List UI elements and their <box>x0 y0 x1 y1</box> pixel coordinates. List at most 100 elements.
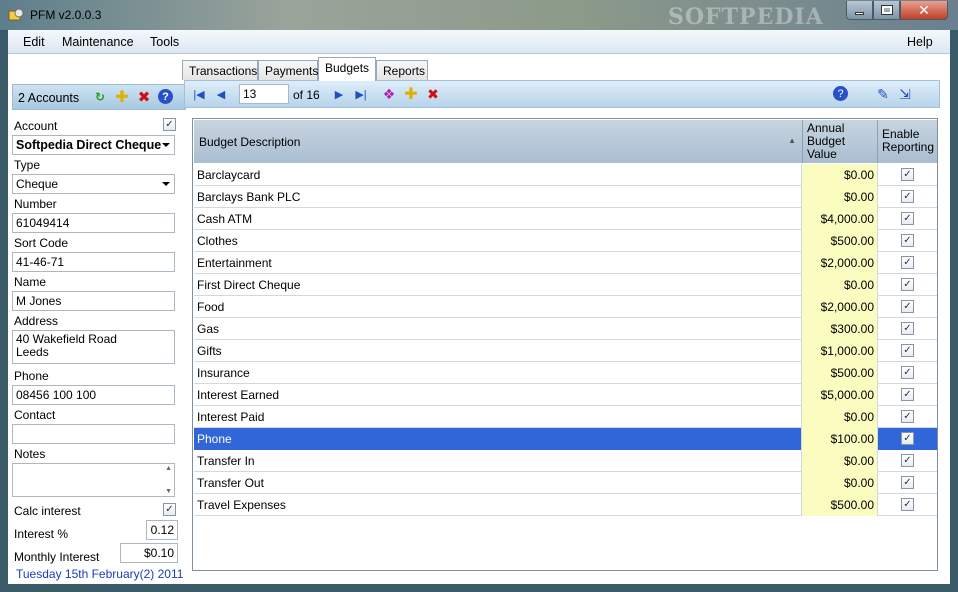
first-record-icon[interactable]: |◀ <box>191 86 207 102</box>
export-icon[interactable]: ⇲ <box>897 86 913 102</box>
budget-description[interactable]: Interest Paid <box>194 406 802 428</box>
help-icon[interactable]: ? <box>833 86 848 101</box>
maximize-button[interactable] <box>873 1 900 20</box>
budget-value[interactable]: $0.00 <box>802 450 878 472</box>
budget-value[interactable]: $0.00 <box>802 186 878 208</box>
table-row[interactable]: First Direct Cheque $0.00 ✓ <box>194 274 937 296</box>
budget-value[interactable]: $500.00 <box>802 494 878 516</box>
enable-reporting-checkbox[interactable]: ✓ <box>901 256 914 269</box>
enable-reporting-checkbox[interactable]: ✓ <box>901 366 914 379</box>
tab-budgets[interactable]: Budgets <box>318 57 376 81</box>
col-header-enable[interactable]: Enable Reporting <box>878 120 937 163</box>
sortcode-field[interactable]: 41-46-71 <box>12 252 175 272</box>
table-row[interactable]: Gifts $1,000.00 ✓ <box>194 340 937 362</box>
budget-description[interactable]: Insurance <box>194 362 802 384</box>
table-row[interactable]: Phone $100.00 ✓ <box>194 428 937 450</box>
enable-reporting-checkbox[interactable]: ✓ <box>901 278 914 291</box>
minimize-button[interactable] <box>846 1 873 20</box>
view-icon[interactable]: ❖ <box>381 86 397 102</box>
budget-value[interactable]: $100.00 <box>802 428 878 450</box>
enable-reporting-checkbox[interactable]: ✓ <box>901 454 914 467</box>
budget-value[interactable]: $500.00 <box>802 362 878 384</box>
table-row[interactable]: Entertainment $2,000.00 ✓ <box>194 252 937 274</box>
budget-description[interactable]: Transfer In <box>194 450 802 472</box>
phone-field[interactable]: 08456 100 100 <box>12 385 175 405</box>
budget-description[interactable]: Transfer Out <box>194 472 802 494</box>
enable-reporting-checkbox[interactable]: ✓ <box>901 344 914 357</box>
next-record-icon[interactable]: ▶ <box>331 86 347 102</box>
add-icon[interactable]: ✚ <box>403 86 419 103</box>
budget-value[interactable]: $0.00 <box>802 472 878 494</box>
table-row[interactable]: Transfer Out $0.00 ✓ <box>194 472 937 494</box>
menu-help[interactable]: Help <box>907 35 933 49</box>
budget-description[interactable]: Food <box>194 296 802 318</box>
enable-reporting-checkbox[interactable]: ✓ <box>901 190 914 203</box>
budget-description[interactable]: Clothes <box>194 230 802 252</box>
enable-reporting-checkbox[interactable]: ✓ <box>901 388 914 401</box>
enable-reporting-checkbox[interactable]: ✓ <box>901 300 914 313</box>
budget-description[interactable]: Interest Earned <box>194 384 802 406</box>
help-icon[interactable]: ? <box>158 89 173 104</box>
budget-value[interactable]: $5,000.00 <box>802 384 878 406</box>
budget-value[interactable]: $0.00 <box>802 164 878 186</box>
scroll-up-icon[interactable]: ▲ <box>165 465 172 472</box>
budget-value[interactable]: $500.00 <box>802 230 878 252</box>
delete-icon[interactable]: ✖ <box>135 88 153 106</box>
enable-reporting-checkbox[interactable]: ✓ <box>901 432 914 445</box>
budget-description[interactable]: Gifts <box>194 340 802 362</box>
table-row[interactable]: Travel Expenses $500.00 ✓ <box>194 494 937 516</box>
budget-value[interactable]: $2,000.00 <box>802 252 878 274</box>
address-field[interactable]: 40 Wakefield Road Leeds <box>12 330 175 364</box>
number-field[interactable]: 61049414 <box>12 213 175 233</box>
tab-reports[interactable]: Reports <box>376 60 428 80</box>
menu-maintenance[interactable]: Maintenance <box>62 35 134 49</box>
budget-value[interactable]: $1,000.00 <box>802 340 878 362</box>
budget-value[interactable]: $0.00 <box>802 406 878 428</box>
table-row[interactable]: Barclaycard $0.00 ✓ <box>194 164 937 186</box>
enable-reporting-checkbox[interactable]: ✓ <box>901 322 914 335</box>
budget-description[interactable]: Travel Expenses <box>194 494 802 516</box>
budget-description[interactable]: Phone <box>194 428 802 450</box>
table-row[interactable]: Interest Earned $5,000.00 ✓ <box>194 384 937 406</box>
calc-interest-checkbox[interactable]: ✓ <box>163 503 176 516</box>
previous-record-icon[interactable]: ◀ <box>213 86 229 102</box>
enable-reporting-checkbox[interactable]: ✓ <box>901 476 914 489</box>
contact-field[interactable] <box>12 424 175 444</box>
enable-reporting-checkbox[interactable]: ✓ <box>901 498 914 511</box>
edit-icon[interactable]: ✎ <box>875 86 891 102</box>
scroll-down-icon[interactable]: ▼ <box>165 488 172 495</box>
name-field[interactable]: M Jones <box>12 291 175 311</box>
budget-value[interactable]: $300.00 <box>802 318 878 340</box>
budget-description[interactable]: Barclays Bank PLC <box>194 186 802 208</box>
account-select[interactable]: Softpedia Direct Cheque <box>12 135 175 155</box>
table-row[interactable]: Gas $300.00 ✓ <box>194 318 937 340</box>
enable-reporting-checkbox[interactable]: ✓ <box>901 410 914 423</box>
table-row[interactable]: Cash ATM $4,000.00 ✓ <box>194 208 937 230</box>
budget-description[interactable]: Barclaycard <box>194 164 802 186</box>
delete-icon[interactable]: ✖ <box>425 86 441 102</box>
last-record-icon[interactable]: ▶| <box>353 86 369 102</box>
tab-payments[interactable]: Payments <box>258 60 318 80</box>
budget-description[interactable]: Entertainment <box>194 252 802 274</box>
budget-value[interactable]: $0.00 <box>802 274 878 296</box>
budget-value[interactable]: $4,000.00 <box>802 208 878 230</box>
budget-description[interactable]: First Direct Cheque <box>194 274 802 296</box>
account-checkbox[interactable]: ✓ <box>163 118 176 131</box>
type-select[interactable]: Cheque <box>12 174 175 194</box>
table-row[interactable]: Barclays Bank PLC $0.00 ✓ <box>194 186 937 208</box>
enable-reporting-checkbox[interactable]: ✓ <box>901 212 914 225</box>
refresh-icon[interactable]: ↻ <box>91 88 109 106</box>
table-row[interactable]: Food $2,000.00 ✓ <box>194 296 937 318</box>
menu-edit[interactable]: Edit <box>23 35 45 49</box>
add-icon[interactable]: ✚ <box>113 88 131 106</box>
notes-field[interactable]: ▲ ▼ <box>12 463 175 497</box>
record-number-input[interactable]: 13 <box>239 84 289 104</box>
table-row[interactable]: Transfer In $0.00 ✓ <box>194 450 937 472</box>
budget-description[interactable]: Cash ATM <box>194 208 802 230</box>
budget-description[interactable]: Gas <box>194 318 802 340</box>
menu-tools[interactable]: Tools <box>150 35 179 49</box>
table-row[interactable]: Interest Paid $0.00 ✓ <box>194 406 937 428</box>
col-header-description[interactable]: Budget Description ▲ <box>194 120 803 163</box>
tab-transactions[interactable]: Transactions <box>182 60 258 80</box>
monthly-interest-field[interactable]: $0.10 <box>120 543 178 563</box>
